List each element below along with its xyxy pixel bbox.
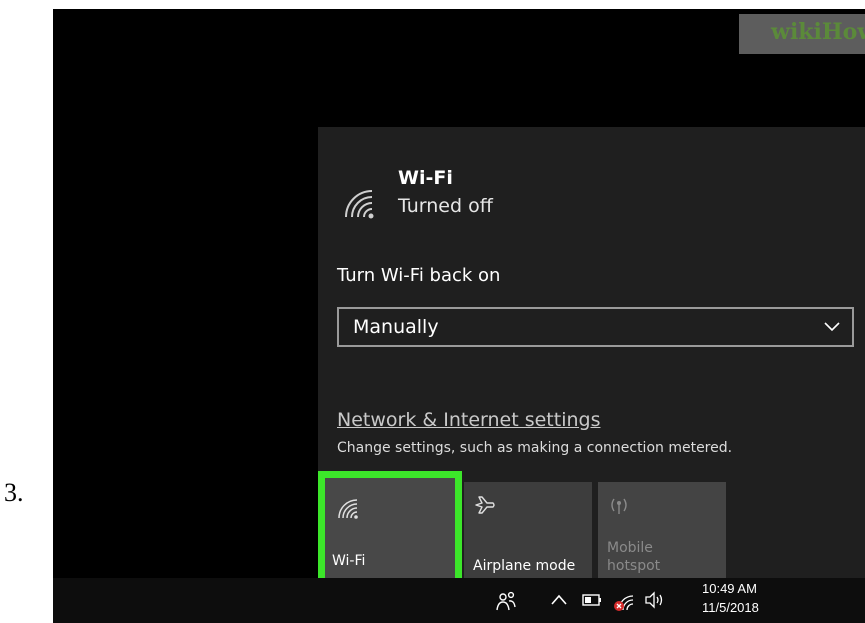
chevron-up-icon[interactable] (549, 590, 569, 610)
network-settings-description: Change settings, such as making a connec… (337, 440, 733, 456)
airplane-icon (475, 496, 495, 514)
clock-time[interactable]: 10:49 AM (702, 581, 757, 596)
dropdown-value: Manually (353, 316, 439, 338)
people-icon[interactable] (495, 590, 517, 612)
tile-label: Mobile hotspot (607, 540, 661, 574)
wifi-toggle-tile[interactable]: Wi-Fi (318, 471, 462, 585)
volume-icon[interactable] (643, 590, 665, 610)
step-number: 3. (4, 478, 24, 507)
mobile-hotspot-tile[interactable]: Mobile hotspot (598, 482, 726, 582)
turn-back-on-label: Turn Wi-Fi back on (337, 265, 501, 286)
tile-label: Airplane mode (473, 558, 576, 574)
airplane-mode-tile[interactable]: Airplane mode (464, 482, 592, 582)
chevron-down-icon (824, 322, 840, 332)
turn-back-on-dropdown[interactable]: Manually (337, 307, 854, 347)
wikihow-watermark: wikiHow (771, 19, 865, 45)
screen: Wi-Fi Turned off Turn Wi-Fi back on Manu… (53, 9, 865, 623)
wifi-name: Wi-Fi (398, 167, 453, 189)
wifi-status: Turned off (398, 195, 493, 217)
network-flyout: Wi-Fi Turned off Turn Wi-Fi back on Manu… (318, 127, 865, 585)
tile-label: Wi-Fi (332, 553, 366, 569)
taskbar: 10:49 AM 11/5/2018 (53, 578, 865, 623)
battery-icon[interactable] (581, 590, 603, 610)
wifi-off-icon (345, 190, 374, 219)
wifi-off-tray-icon[interactable] (613, 590, 635, 612)
network-settings-link[interactable]: Network & Internet settings (337, 409, 600, 431)
hotspot-icon (611, 498, 627, 514)
clock-date[interactable]: 11/5/2018 (702, 600, 759, 615)
wifi-icon (338, 499, 358, 519)
